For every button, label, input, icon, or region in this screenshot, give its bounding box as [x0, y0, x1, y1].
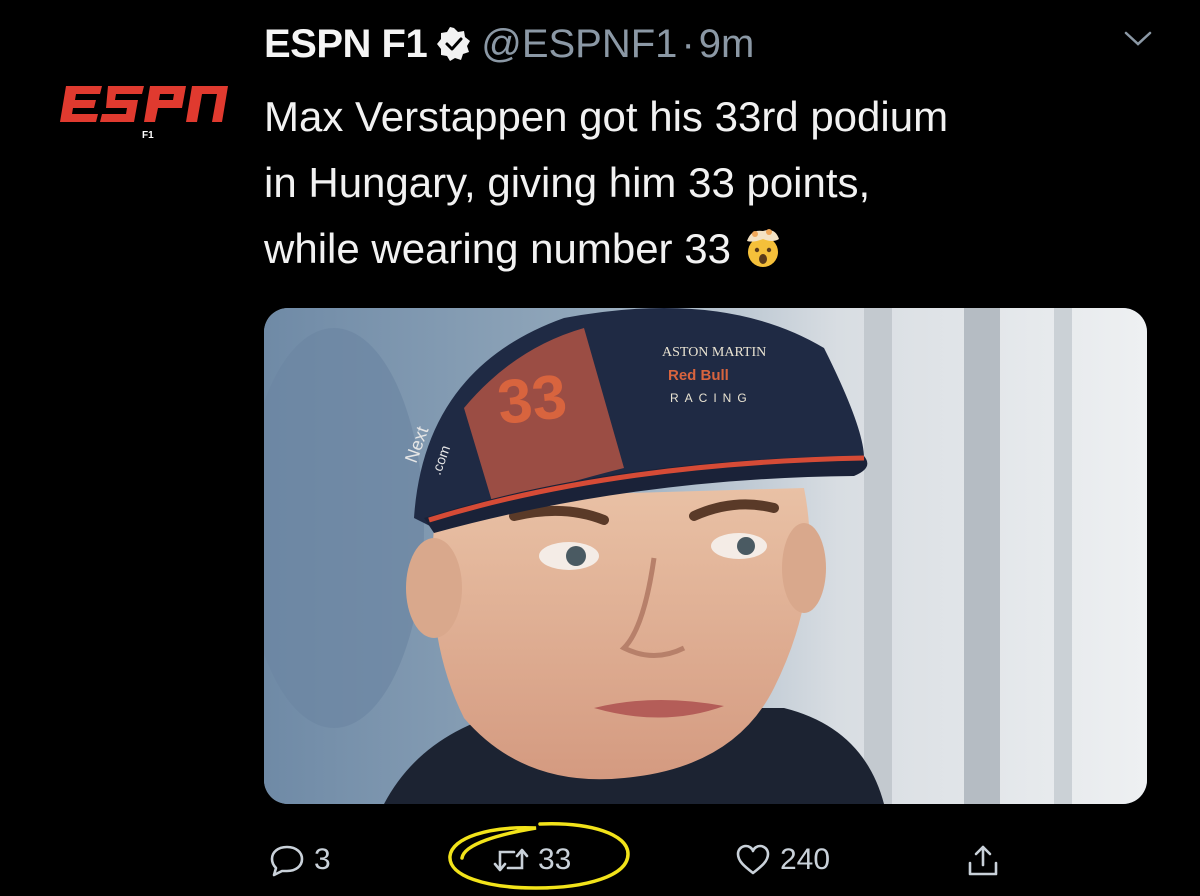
cap-brand-line2: Red Bull [668, 367, 729, 384]
heart-icon [734, 843, 772, 877]
avatar-subtext: F1 [142, 130, 154, 141]
espn-logo: F1 [60, 86, 228, 141]
tweet-media-photo[interactable]: 33 ASTON MARTIN Red Bull RACING Next .co… [264, 308, 1147, 804]
like-count: 240 [780, 843, 831, 876]
tweet-text-line: in Hungary, giving him 33 points, [264, 159, 871, 206]
share-button[interactable] [964, 840, 1002, 880]
avatar[interactable]: F1 [58, 78, 230, 152]
tweet-text: Max Verstappen got his 33rd podium in Hu… [264, 84, 1144, 282]
retweet-count: 33 [538, 843, 572, 876]
retweet-button[interactable]: 33 [492, 840, 571, 880]
reply-button[interactable]: 3 [268, 840, 331, 880]
cap-brand-line1: ASTON MARTIN [662, 345, 766, 360]
display-name[interactable]: ESPN F1 [264, 22, 428, 67]
share-icon [964, 843, 1002, 877]
separator: · [681, 21, 695, 66]
tweet-text-line: Max Verstappen got his 33rd podium [264, 93, 949, 140]
tweet-text-line: while wearing number 33 [264, 216, 1144, 282]
exploding-head-emoji [741, 225, 785, 269]
tweet-text-line-content: while wearing number 33 [264, 225, 731, 272]
cap-brand-line3: RACING [670, 391, 753, 405]
handle[interactable]: @ESPNF1 [481, 22, 677, 67]
timestamp[interactable]: 9m [699, 22, 755, 67]
reply-icon [268, 843, 306, 877]
retweet-icon [492, 843, 530, 877]
like-button[interactable]: 240 [734, 840, 830, 880]
chevron-down-icon[interactable] [1122, 28, 1154, 50]
reply-count: 3 [314, 843, 331, 876]
cap-number: 33 [494, 362, 570, 438]
tweet-actions: 3 33 240 [0, 840, 1200, 880]
tweet-header: ESPN F1 @ESPNF1 · 9m [264, 20, 754, 68]
verified-badge-icon [437, 27, 471, 61]
